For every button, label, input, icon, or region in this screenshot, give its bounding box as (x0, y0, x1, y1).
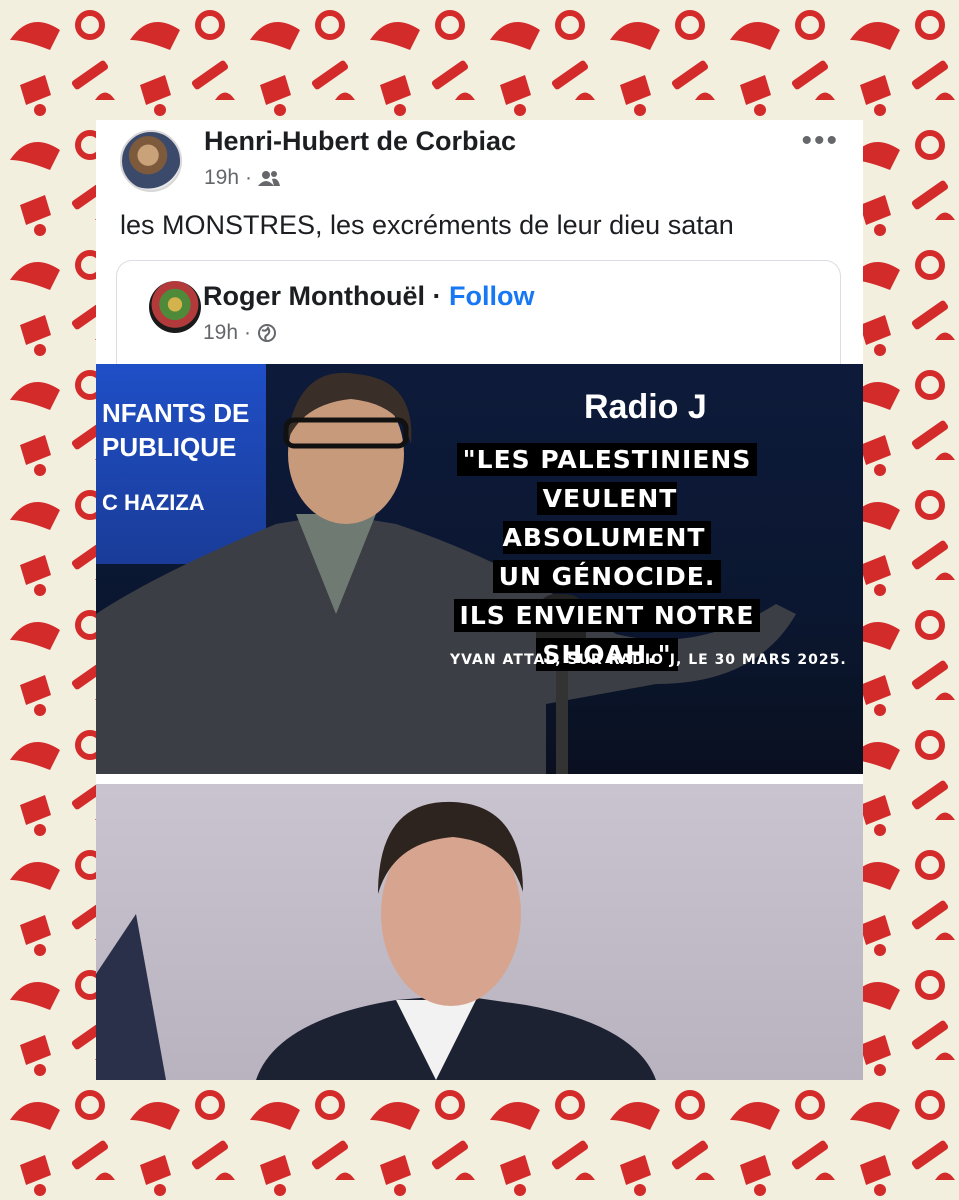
post-header: Henri-Hubert de Corbiac 19h · ••• (96, 120, 863, 192)
post-image-radio-interview[interactable]: NFANTS DE PUBLIQUE C HAZIZA Radio J "LES… (96, 364, 863, 774)
post-time[interactable]: 19h (204, 166, 239, 190)
shared-author-line: Roger Monthouël · Follow (203, 281, 535, 312)
quote-line: ILS ENVIENT NOTRE (453, 599, 761, 632)
facebook-post-card: Henri-Hubert de Corbiac 19h · ••• les MO… (96, 120, 863, 1080)
author-avatar[interactable] (120, 130, 182, 192)
globe-icon (258, 324, 277, 342)
quote-line: "LES PALESTINIENS (456, 443, 758, 476)
shared-separator: · (432, 281, 442, 311)
shared-time[interactable]: 19h (203, 321, 238, 345)
quote-line: UN GÉNOCIDE. (492, 560, 722, 593)
follow-button[interactable]: Follow (449, 281, 534, 311)
shared-post[interactable]: Roger Monthouël · Follow 19h · (116, 260, 841, 370)
quote-caption: YVAN ATTAL, SUR RADIO J, LE 30 MARS 2025… (450, 652, 847, 668)
speaker-figure (96, 801, 656, 1080)
quote-line: VEULENT ABSOLUMENT (502, 482, 712, 554)
meta-separator: · (245, 166, 253, 189)
post-image-speaker[interactable] (96, 774, 863, 1080)
radio-logo: Radio J (584, 388, 707, 426)
meta-separator: · (244, 321, 252, 344)
author-name[interactable]: Henri-Hubert de Corbiac (204, 126, 516, 157)
shared-author-name[interactable]: Roger Monthouël (203, 281, 425, 311)
post-text: les MONSTRES, les excréments de leur die… (120, 210, 734, 240)
friends-icon (258, 171, 281, 186)
quote-block: "LES PALESTINIENS VEULENT ABSOLUMENT UN … (452, 440, 762, 674)
shared-author-avatar[interactable] (149, 281, 201, 333)
more-icon[interactable]: ••• (801, 124, 839, 158)
post-meta: 19h · (204, 166, 281, 190)
shared-meta: 19h · (203, 321, 277, 345)
